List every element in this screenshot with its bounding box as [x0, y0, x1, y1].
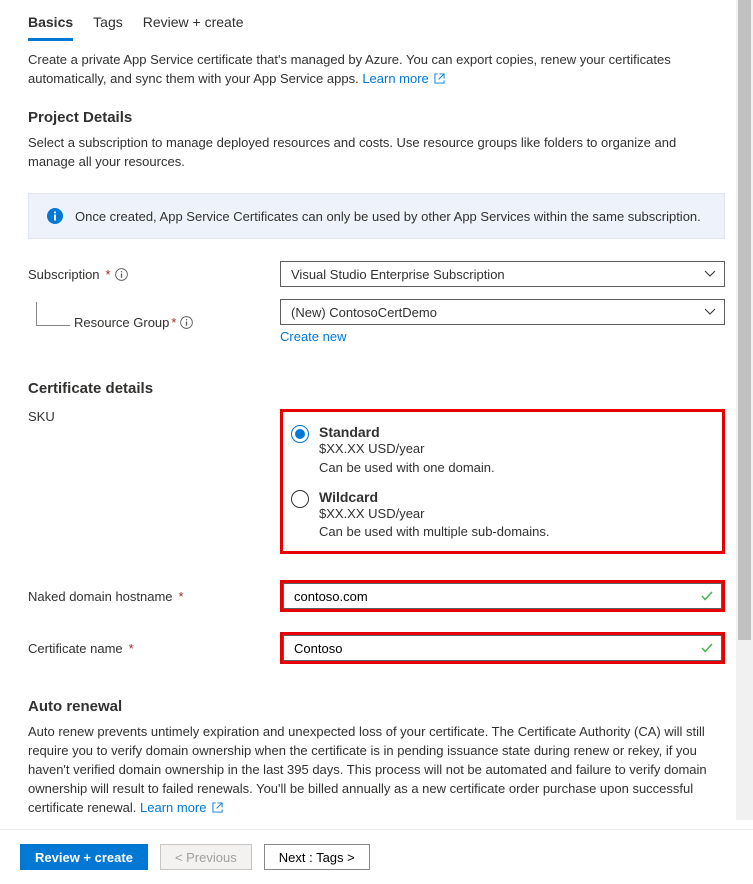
tree-connector-icon	[36, 302, 70, 326]
previous-button[interactable]: < Previous	[160, 844, 252, 870]
sku-standard-title: Standard	[319, 424, 710, 440]
sku-label: SKU	[28, 409, 280, 424]
resource-group-label: Resource Group*	[74, 315, 176, 330]
subscription-label: Subscription*	[28, 267, 280, 282]
hostname-input[interactable]	[283, 583, 722, 609]
project-details-desc: Select a subscription to manage deployed…	[28, 134, 725, 172]
tab-tags[interactable]: Tags	[93, 8, 123, 41]
info-icon[interactable]	[180, 316, 193, 329]
review-create-button[interactable]: Review + create	[20, 844, 148, 870]
sku-wildcard-price: $XX.XX USD/year	[319, 505, 710, 523]
scrollbar[interactable]	[736, 0, 753, 820]
next-button[interactable]: Next : Tags >	[264, 844, 370, 870]
hostname-label: Naked domain hostname*	[28, 589, 280, 604]
hostname-highlight-box	[280, 580, 725, 612]
sku-standard-radio[interactable]	[291, 425, 309, 443]
resource-group-dropdown[interactable]: (New) ContosoCertDemo	[280, 299, 725, 325]
info-icon	[47, 208, 63, 224]
certname-input[interactable]	[283, 635, 722, 661]
auto-renewal-desc: Auto renew prevents untimely expiration …	[28, 723, 725, 817]
sku-wildcard-radio[interactable]	[291, 490, 309, 508]
auto-renewal-heading: Auto renewal	[28, 698, 725, 715]
chevron-down-icon	[704, 268, 716, 280]
chevron-down-icon	[704, 306, 716, 318]
external-link-icon	[212, 802, 223, 813]
auto-renewal-learn-more-link[interactable]: Learn more	[140, 800, 223, 815]
certname-label: Certificate name*	[28, 641, 280, 656]
intro-text: Create a private App Service certificate…	[28, 51, 725, 89]
sku-wildcard-title: Wildcard	[319, 489, 710, 505]
info-icon[interactable]	[115, 268, 128, 281]
footer-bar: Review + create < Previous Next : Tags >	[0, 829, 753, 884]
sku-highlight-box: Standard $XX.XX USD/year Can be used wit…	[280, 409, 725, 554]
sku-standard-note: Can be used with one domain.	[319, 459, 710, 477]
project-details-heading: Project Details	[28, 109, 725, 126]
info-note-box: Once created, App Service Certificates c…	[28, 193, 725, 239]
sku-standard-price: $XX.XX USD/year	[319, 440, 710, 458]
check-icon	[700, 589, 714, 603]
create-new-link[interactable]: Create new	[280, 329, 346, 344]
tab-basics[interactable]: Basics	[28, 8, 73, 41]
certificate-details-heading: Certificate details	[28, 380, 725, 397]
info-note-text: Once created, App Service Certificates c…	[75, 209, 701, 224]
tab-bar: Basics Tags Review + create	[28, 8, 725, 41]
scrollbar-thumb[interactable]	[738, 0, 751, 640]
external-link-icon	[434, 73, 445, 84]
certname-highlight-box	[280, 632, 725, 664]
learn-more-link[interactable]: Learn more	[362, 71, 445, 86]
sku-wildcard-note: Can be used with multiple sub-domains.	[319, 523, 710, 541]
subscription-dropdown[interactable]: Visual Studio Enterprise Subscription	[280, 261, 725, 287]
check-icon	[700, 641, 714, 655]
tab-review-create[interactable]: Review + create	[143, 8, 244, 41]
